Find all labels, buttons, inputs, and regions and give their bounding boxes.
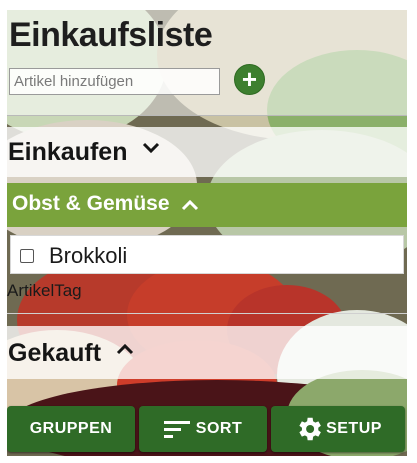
groups-button-label: GRUPPEN	[29, 420, 113, 437]
section-bought-header[interactable]: Gekauft	[7, 326, 407, 379]
chevron-down-icon	[142, 132, 160, 161]
sort-button-label: SORT	[195, 420, 243, 437]
group-title: Obst & Gemüse	[12, 192, 170, 215]
item-label: Brokkoli	[49, 243, 128, 268]
list-item[interactable]: Brokkoli	[10, 235, 404, 274]
setup-button-label: SETUP	[326, 420, 382, 437]
app-screen: Einkaufsliste + Einkaufen Obst & Gemüse …	[7, 10, 407, 456]
plus-icon: +	[241, 64, 258, 94]
sort-button[interactable]: SORT	[139, 406, 267, 452]
group-header-produce[interactable]: Obst & Gemüse	[7, 183, 407, 227]
groups-button[interactable]: GRUPPEN	[7, 406, 135, 452]
gear-icon	[294, 414, 324, 444]
chevron-up-icon	[181, 193, 199, 217]
add-item-button[interactable]: +	[234, 64, 265, 95]
section-bought-title: Gekauft	[8, 339, 102, 367]
chevron-up-icon	[116, 333, 134, 362]
section-shopping-header[interactable]: Einkaufen	[7, 127, 407, 177]
add-item-input[interactable]	[9, 68, 220, 95]
artikel-tag-label: ArtikelTag	[7, 281, 82, 300]
divider	[7, 313, 407, 314]
divider	[7, 115, 407, 116]
setup-button[interactable]: SETUP	[271, 406, 405, 452]
item-checkbox[interactable]	[20, 249, 34, 263]
page-title: Einkaufsliste	[9, 16, 213, 54]
sort-icon	[163, 419, 190, 439]
section-shopping-title: Einkaufen	[8, 138, 128, 166]
bottom-toolbar: GRUPPEN SORT SETUP	[7, 406, 407, 456]
